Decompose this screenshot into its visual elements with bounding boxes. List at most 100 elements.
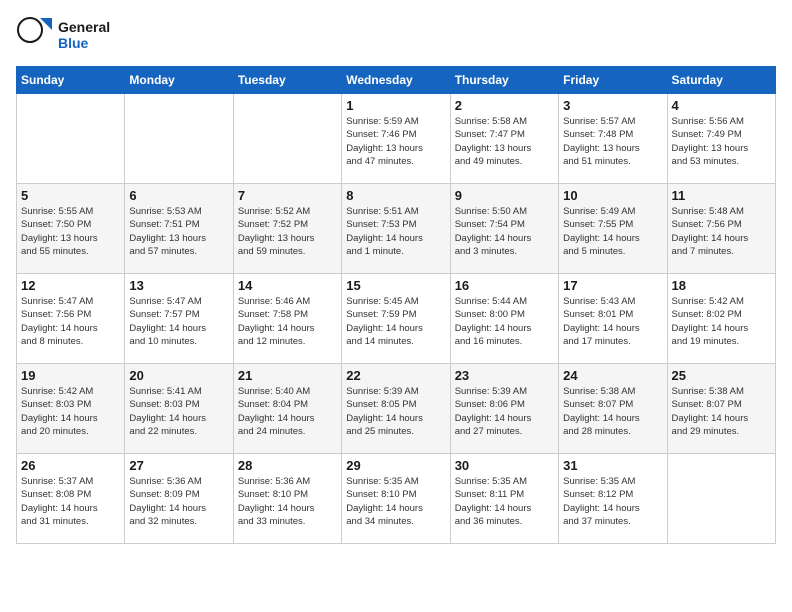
day-number: 28 [238,458,337,473]
day-info: Sunrise: 5:48 AMSunset: 7:56 PMDaylight:… [672,205,771,258]
day-number: 29 [346,458,445,473]
day-number: 17 [563,278,662,293]
col-header-saturday: Saturday [667,67,775,94]
day-info: Sunrise: 5:53 AMSunset: 7:51 PMDaylight:… [129,205,228,258]
day-info: Sunrise: 5:35 AMSunset: 8:12 PMDaylight:… [563,475,662,528]
day-number: 23 [455,368,554,383]
day-info: Sunrise: 5:51 AMSunset: 7:53 PMDaylight:… [346,205,445,258]
day-number: 30 [455,458,554,473]
day-info: Sunrise: 5:36 AMSunset: 8:10 PMDaylight:… [238,475,337,528]
day-number: 2 [455,98,554,113]
day-number: 5 [21,188,120,203]
day-cell: 7 Sunrise: 5:52 AMSunset: 7:52 PMDaylight… [233,184,341,274]
day-info: Sunrise: 5:44 AMSunset: 8:00 PMDaylight:… [455,295,554,348]
day-cell: 19Sunrise: 5:42 AMSunset: 8:03 PMDayligh… [17,364,125,454]
logo-blue-label: Blue [58,35,110,51]
day-cell: 12 Sunrise: 5:47 AMSunset: 7:56 PMDayligh… [17,274,125,364]
day-info: Sunrise: 5:39 AMSunset: 8:05 PMDaylight:… [346,385,445,438]
day-cell: 28 Sunrise: 5:36 AMSunset: 8:10 PMDayligh… [233,454,341,544]
day-info: Sunrise: 5:45 AMSunset: 7:59 PMDaylight:… [346,295,445,348]
day-info: Sunrise: 5:46 AMSunset: 7:58 PMDaylight:… [238,295,337,348]
logo: GeneralBlue [16,16,110,54]
day-cell: 3Sunrise: 5:57 AMSunset: 7:48 PMDaylight… [559,94,667,184]
logo-svg [16,16,54,54]
day-info: Sunrise: 5:42 AMSunset: 8:02 PMDaylight:… [672,295,771,348]
day-cell: 23Sunrise: 5:39 AMSunset: 8:06 PMDayligh… [450,364,558,454]
day-cell: 4Sunrise: 5:56 AMSunset: 7:49 PMDaylight… [667,94,775,184]
week-row-3: 12 Sunrise: 5:47 AMSunset: 7:56 PMDayligh… [17,274,776,364]
col-header-friday: Friday [559,67,667,94]
day-cell: 27Sunrise: 5:36 AMSunset: 8:09 PMDayligh… [125,454,233,544]
day-cell: 8 Sunrise: 5:51 AMSunset: 7:53 PMDaylight… [342,184,450,274]
day-info: Sunrise: 5:55 AMSunset: 7:50 PMDaylight:… [21,205,120,258]
day-cell: 30 Sunrise: 5:35 AMSunset: 8:11 PMDayligh… [450,454,558,544]
day-info: Sunrise: 5:59 AMSunset: 7:46 PMDaylight:… [346,115,445,168]
calendar-table: SundayMondayTuesdayWednesdayThursdayFrid… [16,66,776,544]
day-number: 12 [21,278,120,293]
day-info: Sunrise: 5:58 AMSunset: 7:47 PMDaylight:… [455,115,554,168]
day-info: Sunrise: 5:37 AMSunset: 8:08 PMDaylight:… [21,475,120,528]
day-number: 7 [238,188,337,203]
day-cell: 20Sunrise: 5:41 AMSunset: 8:03 PMDayligh… [125,364,233,454]
day-number: 31 [563,458,662,473]
day-number: 10 [563,188,662,203]
day-info: Sunrise: 5:35 AMSunset: 8:10 PMDaylight:… [346,475,445,528]
col-header-tuesday: Tuesday [233,67,341,94]
day-number: 14 [238,278,337,293]
day-number: 16 [455,278,554,293]
day-number: 11 [672,188,771,203]
day-info: Sunrise: 5:35 AMSunset: 8:11 PMDaylight:… [455,475,554,528]
day-number: 6 [129,188,228,203]
day-cell: 17 Sunrise: 5:43 AMSunset: 8:01 PMDayligh… [559,274,667,364]
col-header-sunday: Sunday [17,67,125,94]
day-number: 18 [672,278,771,293]
day-cell: 6 Sunrise: 5:53 AMSunset: 7:51 PMDaylight… [125,184,233,274]
day-cell: 14 Sunrise: 5:46 AMSunset: 7:58 PMDayligh… [233,274,341,364]
day-cell: 9 Sunrise: 5:50 AMSunset: 7:54 PMDaylight… [450,184,558,274]
day-number: 13 [129,278,228,293]
day-info: Sunrise: 5:50 AMSunset: 7:54 PMDaylight:… [455,205,554,258]
week-row-2: 5 Sunrise: 5:55 AMSunset: 7:50 PMDaylight… [17,184,776,274]
day-info: Sunrise: 5:38 AMSunset: 8:07 PMDaylight:… [672,385,771,438]
day-cell: 21 Sunrise: 5:40 AMSunset: 8:04 PMDayligh… [233,364,341,454]
col-header-wednesday: Wednesday [342,67,450,94]
day-number: 26 [21,458,120,473]
day-cell: 1 Sunrise: 5:59 AMSunset: 7:46 PMDaylight… [342,94,450,184]
day-info: Sunrise: 5:47 AMSunset: 7:56 PMDaylight:… [21,295,120,348]
day-cell: 11 Sunrise: 5:48 AMSunset: 7:56 PMDayligh… [667,184,775,274]
week-row-5: 26 Sunrise: 5:37 AMSunset: 8:08 PMDayligh… [17,454,776,544]
day-cell: 25 Sunrise: 5:38 AMSunset: 8:07 PMDayligh… [667,364,775,454]
day-info: Sunrise: 5:36 AMSunset: 8:09 PMDaylight:… [129,475,228,528]
day-info: Sunrise: 5:56 AMSunset: 7:49 PMDaylight:… [672,115,771,168]
day-cell: 24Sunrise: 5:38 AMSunset: 8:07 PMDayligh… [559,364,667,454]
logo-general-label: General [58,19,110,35]
day-info: Sunrise: 5:52 AMSunset: 7:52 PMDaylight:… [238,205,337,258]
day-number: 8 [346,188,445,203]
day-cell: 26 Sunrise: 5:37 AMSunset: 8:08 PMDayligh… [17,454,125,544]
day-number: 9 [455,188,554,203]
day-cell: 15Sunrise: 5:45 AMSunset: 7:59 PMDayligh… [342,274,450,364]
day-number: 3 [563,98,662,113]
day-number: 25 [672,368,771,383]
day-cell: 18 Sunrise: 5:42 AMSunset: 8:02 PMDayligh… [667,274,775,364]
day-number: 22 [346,368,445,383]
day-number: 24 [563,368,662,383]
day-info: Sunrise: 5:40 AMSunset: 8:04 PMDaylight:… [238,385,337,438]
day-cell [125,94,233,184]
header: GeneralBlue [16,16,776,54]
day-cell: 16 Sunrise: 5:44 AMSunset: 8:00 PMDayligh… [450,274,558,364]
day-info: Sunrise: 5:43 AMSunset: 8:01 PMDaylight:… [563,295,662,348]
day-cell [667,454,775,544]
day-cell [233,94,341,184]
day-cell: 5 Sunrise: 5:55 AMSunset: 7:50 PMDaylight… [17,184,125,274]
day-cell: 2 Sunrise: 5:58 AMSunset: 7:47 PMDaylight… [450,94,558,184]
day-number: 21 [238,368,337,383]
day-number: 1 [346,98,445,113]
col-header-monday: Monday [125,67,233,94]
day-info: Sunrise: 5:47 AMSunset: 7:57 PMDaylight:… [129,295,228,348]
day-info: Sunrise: 5:49 AMSunset: 7:55 PMDaylight:… [563,205,662,258]
day-number: 19 [21,368,120,383]
day-cell [17,94,125,184]
day-cell: 13 Sunrise: 5:47 AMSunset: 7:57 PMDayligh… [125,274,233,364]
day-number: 20 [129,368,228,383]
